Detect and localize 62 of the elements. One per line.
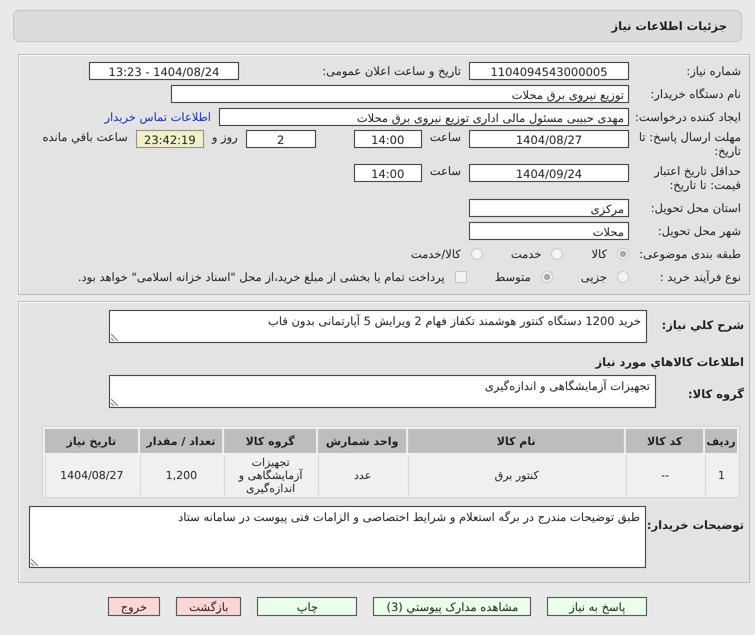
column-header: تاریخ نیاز	[45, 429, 138, 453]
column-header: نام کالا	[408, 429, 624, 453]
column-header: تعداد / مقدار	[140, 429, 222, 453]
days-label: روز و	[210, 130, 239, 144]
time-label: ساعت	[428, 130, 462, 144]
action-button[interactable]: خروج	[108, 597, 160, 616]
action-button[interactable]: پاسخ به نیاز	[547, 597, 648, 616]
field-label: مهلت ارسال پاسخ: تا تاریخ:	[638, 130, 741, 158]
radio-label: جزیی	[580, 270, 607, 284]
column-header: واحد شمارش	[318, 429, 406, 453]
announce-date-field: 1404/08/24 - 13:23	[89, 62, 239, 80]
buyer-org-field: توزیع نیروی برق محلات	[171, 84, 629, 102]
days-field: 2	[246, 130, 316, 148]
field-label: نوع فرآیند خرید :	[658, 270, 741, 284]
field-label: توضیحات خریدار:	[646, 517, 744, 532]
city-field: محلات	[469, 222, 629, 240]
buyer-contact-link[interactable]: اطلاعات تماس خریدار	[104, 110, 219, 124]
remaining-label: ساعت باقي مانده	[42, 130, 129, 144]
deadline-time-field: 14:00	[354, 130, 422, 148]
validity-date-field: 1404/09/24	[469, 164, 629, 182]
radio-button[interactable]	[617, 270, 629, 282]
action-button[interactable]: چاپ	[257, 597, 358, 616]
column-header: کد کالا	[626, 429, 704, 453]
field-label: تاریخ و ساعت اعلان عمومی:	[321, 64, 462, 78]
deadline-date-field: 1404/08/27	[469, 130, 629, 148]
radio-button[interactable]	[470, 248, 483, 260]
radio-button[interactable]	[551, 248, 564, 260]
column-header: گروه کالا	[224, 429, 316, 453]
field-label: شهر محل تحویل:	[656, 224, 741, 238]
radio-label: متوسط	[494, 270, 531, 284]
action-button[interactable]: مشاهده مدارک پیوستي (3)	[373, 597, 532, 616]
resize-grip-icon[interactable]	[111, 333, 119, 341]
province-field: مرکزی	[469, 198, 629, 216]
radio-button[interactable]	[540, 270, 553, 282]
time-label: ساعت	[428, 164, 462, 178]
field-label: استان محل تحویل:	[650, 200, 741, 214]
action-button[interactable]: بازگشت	[176, 597, 242, 616]
resize-grip-icon[interactable]	[111, 398, 119, 406]
checkbox-label: پرداخت تمام یا بخشی از مبلغ خرید،از محل "اسناد خزانه اسلامی" خواهد بود.	[78, 270, 445, 284]
requester-field: مهدی حبیبی مسئول مالی اداری توزیع نیروی برق محلات	[219, 108, 629, 126]
field-label: ایجاد کننده درخواست:	[634, 110, 741, 124]
goods-group-textarea[interactable]: تجهیزات آزمایشگاهی و اندازه‌گیری	[109, 375, 656, 408]
remaining-time-field: 23:42:19	[136, 130, 204, 148]
section-heading: اطلاعات کالاهاي مورد نیاز	[594, 355, 744, 369]
field-label: طبقه بندی موضوعی:	[638, 246, 741, 260]
field-label: حداقل تاریخ اعتبار قیمت: تا تاریخ:	[652, 164, 741, 192]
field-label: نام دستگاه خریدار:	[649, 86, 741, 100]
field-label: گروه کالا:	[687, 386, 744, 401]
field-label: شماره نیاز:	[685, 64, 741, 78]
field-label: شرح کلي نیاز:	[660, 317, 744, 332]
radio-label: کالا/خدمت	[410, 246, 461, 260]
column-header: ردیف	[705, 429, 737, 453]
radio-label: کالا	[591, 246, 607, 260]
radio-button[interactable]	[617, 248, 629, 260]
description-textarea[interactable]: خرید 1200 دستگاه کنتور هوشمند تکفاز فهام 2 ویرایش 5 آپارتمانی بدون قاب	[109, 310, 647, 343]
validity-time-field: 14:00	[354, 164, 422, 182]
resize-grip-icon[interactable]	[31, 558, 39, 566]
page-title: جزئیات اطلاعات نیاز	[611, 19, 727, 33]
radio-label: خدمت	[510, 246, 542, 260]
buyer-notes-textarea[interactable]: طبق توضیحات مندرج در برگه استعلام و شرایط اختصاصی و الزامات فنی پیوست در سامانه ستاد	[29, 506, 646, 568]
need-number-field: 1104094543000005	[469, 62, 629, 80]
checkbox[interactable]	[454, 270, 467, 282]
